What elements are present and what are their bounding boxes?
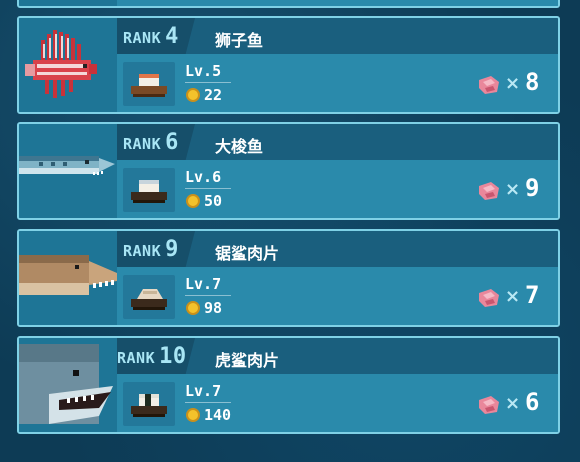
recipe-card-rank-6[interactable]: RANK 6 大梭鱼 Lv.6 50 × 9 [17, 122, 560, 220]
level-underline [185, 188, 231, 189]
price-value: 50 [204, 192, 223, 210]
dish-thumbnail [123, 168, 175, 212]
barracuda-icon [19, 156, 115, 175]
partial-card [17, 0, 560, 8]
quantity-value: 6 [525, 388, 540, 416]
dish-thumbnail [123, 275, 175, 319]
sawshark-icon [19, 255, 117, 295]
quantity-value: 8 [525, 68, 540, 96]
level-label: Lv.5 [185, 62, 222, 80]
sushi-dish-icon [131, 180, 167, 203]
multiply-sign: × [505, 73, 521, 94]
level-label: Lv.7 [185, 275, 222, 293]
recipe-card-rank-9[interactable]: RANK 9 锯鲨肉片 Lv.7 98 × 7 [17, 229, 560, 327]
price-value: 140 [204, 406, 232, 424]
sashimi-dish-icon [131, 289, 167, 310]
fish-meat-icon [479, 396, 499, 414]
fish-portrait [19, 18, 117, 112]
level-label: Lv.6 [185, 168, 222, 186]
fish-name: 大梭鱼 [215, 137, 264, 156]
rank-label: RANK 4 [123, 24, 179, 49]
fish-meat-icon [479, 76, 499, 94]
recipe-card-rank-10[interactable]: RANK 10 虎鲨肉片 Lv.7 140 × 6 [17, 336, 560, 434]
price-value: 22 [204, 86, 223, 104]
dish-thumbnail [123, 62, 175, 106]
fish-meat-icon [479, 182, 499, 200]
quantity-value: 7 [525, 281, 540, 309]
coin-icon [186, 88, 200, 102]
level-underline [185, 295, 231, 296]
lionfish-icon [25, 30, 97, 98]
sushi-dish-icon [131, 74, 167, 97]
recipe-card-rank-4[interactable]: RANK 4 狮子鱼 Lv.5 22 × 8 [17, 16, 560, 114]
fish-meat-icon [479, 289, 499, 307]
fish-name: 虎鲨肉片 [215, 351, 280, 370]
level-underline [185, 82, 231, 83]
fish-portrait [19, 231, 117, 325]
level-underline [185, 402, 231, 403]
tiger-shark-icon [19, 344, 113, 424]
multiply-sign: × [505, 286, 521, 307]
level-label: Lv.7 [185, 382, 222, 400]
fish-name: 锯鲨肉片 [215, 244, 280, 263]
coin-icon [186, 408, 200, 422]
fish-portrait [19, 124, 117, 218]
rank-label: RANK 6 [123, 130, 179, 155]
multiply-sign: × [505, 393, 521, 414]
fish-portrait [19, 338, 117, 432]
rank-label: RANK 9 [123, 237, 179, 262]
quantity-value: 9 [525, 174, 540, 202]
coin-icon [186, 194, 200, 208]
multiply-sign: × [505, 179, 521, 200]
fish-name: 狮子鱼 [215, 31, 264, 50]
rank-label: RANK 10 [117, 344, 187, 369]
coin-icon [186, 301, 200, 315]
price-value: 98 [204, 299, 223, 317]
sushi-dish-icon [131, 394, 167, 417]
dish-thumbnail [123, 382, 175, 426]
